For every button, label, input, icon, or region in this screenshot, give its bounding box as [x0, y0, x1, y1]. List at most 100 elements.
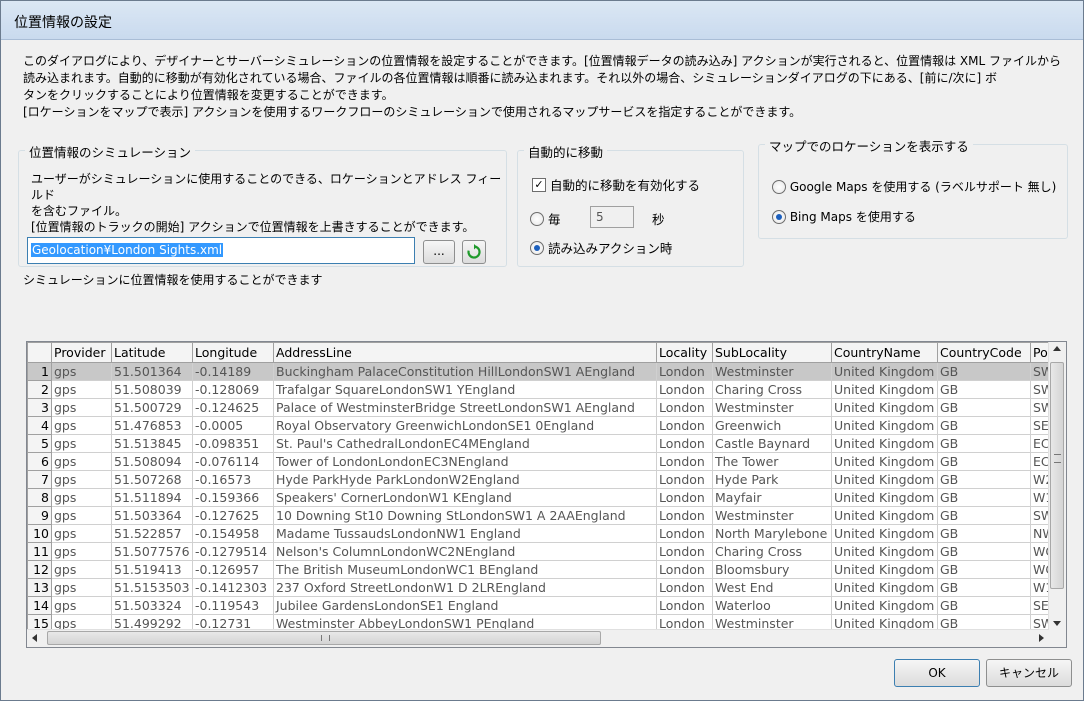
table-cell: St. Paul's CathedralLondonEC4MEngland — [273, 434, 657, 453]
row-number[interactable]: 13 — [27, 578, 52, 597]
row-number[interactable]: 8 — [27, 488, 52, 507]
row-number[interactable]: 10 — [27, 524, 52, 543]
row-number[interactable]: 2 — [27, 380, 52, 399]
table-cell: Waterloo — [712, 596, 832, 615]
table-cell: GB — [937, 524, 1031, 543]
table-cell: Madame TussaudsLondonNW1 England — [273, 524, 657, 543]
refresh-button[interactable] — [462, 240, 486, 264]
table-cell: -0.154958 — [192, 524, 274, 543]
table-cell: 51.501364 — [111, 362, 193, 381]
table-cell: Westminster — [712, 362, 832, 381]
table-cell: Charing Cross — [712, 542, 832, 561]
table-row[interactable]: 11 gps 51.5077576 -0.1279514 Nelson's Column… — [27, 542, 1061, 561]
table-cell: Mayfair — [712, 488, 832, 507]
table-cell: The British MuseumLondonWC1 BEngland — [273, 560, 657, 579]
table-cell: gps — [51, 596, 112, 615]
column-header[interactable]: AddressLine — [273, 342, 657, 363]
row-number[interactable]: 4 — [27, 416, 52, 435]
table-row[interactable]: 6 gps 51.508094 -0.076114 Tower of LondonLon… — [27, 452, 1061, 471]
table-row[interactable]: 10 gps 51.522857 -0.154958 Madame TussaudsLo… — [27, 524, 1061, 543]
table-cell: -0.128069 — [192, 380, 274, 399]
table-row[interactable]: 7 gps 51.507268 -0.16573 Hyde ParkHyde ParkL… — [27, 470, 1061, 489]
bing-maps-radio[interactable]: Bing Maps を使用する — [772, 208, 916, 225]
column-header[interactable]: Provider — [51, 342, 112, 363]
table-cell: gps — [51, 452, 112, 471]
browse-button[interactable]: ... — [423, 240, 455, 264]
table-cell: 51.500729 — [111, 398, 193, 417]
table-cell: 51.503364 — [111, 506, 193, 525]
table-cell: 51.5153503 — [111, 578, 193, 597]
scroll-thumb[interactable] — [1050, 362, 1064, 589]
file-path-value: Geolocation¥London Sights.xml — [31, 243, 224, 257]
table-cell: -0.127625 — [192, 506, 274, 525]
radio-icon — [772, 179, 786, 194]
table-cell: 51.519413 — [111, 560, 193, 579]
row-number[interactable]: 12 — [27, 560, 52, 579]
ok-button[interactable]: OK — [894, 659, 980, 687]
table-cell: GB — [937, 488, 1031, 507]
row-number[interactable]: 6 — [27, 452, 52, 471]
simulation-status: シミュレーションに位置情報を使用することができます — [23, 273, 323, 287]
table-cell: 51.476853 — [111, 416, 193, 435]
row-number[interactable]: 1 — [27, 362, 52, 381]
cancel-button[interactable]: キャンセル — [986, 659, 1072, 687]
table-row[interactable]: 14 gps 51.503324 -0.119543 Jubilee GardensLo… — [27, 596, 1061, 615]
column-header[interactable]: Latitude — [111, 342, 193, 363]
column-header[interactable]: Longitude — [192, 342, 274, 363]
column-header[interactable]: CountryCode — [937, 342, 1031, 363]
table-cell: GB — [937, 398, 1031, 417]
google-maps-radio[interactable]: Google Maps を使用する (ラベルサポート 無し) — [772, 178, 1056, 195]
table-cell: Jubilee GardensLondonSE1 England — [273, 596, 657, 615]
horizontal-scrollbar[interactable] — [27, 629, 1049, 647]
table-row[interactable]: 9 gps 51.503364 -0.127625 10 Downing St10 Do… — [27, 506, 1061, 525]
google-maps-label: Google Maps を使用する (ラベルサポート 無し) — [789, 180, 1057, 194]
row-number[interactable]: 14 — [27, 596, 52, 615]
table-row[interactable]: 13 gps 51.5153503 -0.1412303 237 Oxford Stre… — [27, 578, 1061, 597]
column-header[interactable]: CountryName — [831, 342, 938, 363]
description-line: 読み込まれます。自動的に移動が有効化されている場合、ファイルの各位置情報は順番に… — [23, 71, 997, 85]
scroll-corner — [1049, 630, 1066, 647]
column-header[interactable]: SubLocality — [712, 342, 832, 363]
auto-move-checkbox[interactable]: ✓ 自動的に移動を有効化する — [532, 175, 700, 194]
table-cell: London — [656, 380, 713, 399]
table-cell: Hyde Park — [712, 470, 832, 489]
every-radio[interactable]: 毎 — [530, 209, 561, 228]
scroll-down-icon[interactable] — [1053, 621, 1061, 626]
settings-dialog: 位置情報の設定 このダイアログにより、デザイナーとサーバーシミュレーションの位置… — [0, 0, 1084, 701]
row-number[interactable]: 9 — [27, 506, 52, 525]
column-header[interactable]: Locality — [656, 342, 713, 363]
file-path-field[interactable]: Geolocation¥London Sights.xml — [27, 237, 415, 264]
auto-move-group-title: 自動的に移動 — [524, 142, 608, 161]
scroll-left-icon[interactable] — [32, 634, 37, 642]
table-cell: United Kingdom — [831, 434, 938, 453]
table-cell: gps — [51, 524, 112, 543]
description-line: タンをクリックすることにより位置情報を変更することができます。 — [23, 88, 394, 102]
scroll-right-icon[interactable] — [1039, 634, 1044, 642]
table-row[interactable]: 12 gps 51.519413 -0.126957 The British Museu… — [27, 560, 1061, 579]
interval-input[interactable]: 5 — [590, 206, 634, 228]
table-cell: London — [656, 542, 713, 561]
table-cell: -0.0005 — [192, 416, 274, 435]
on-load-label: 読み込みアクション時 — [547, 241, 673, 256]
table-row[interactable]: 3 gps 51.500729 -0.124625 Palace of Westmins… — [27, 398, 1061, 417]
row-number[interactable]: 11 — [27, 542, 52, 561]
vertical-scrollbar[interactable] — [1048, 342, 1066, 630]
table-row[interactable]: 5 gps 51.513845 -0.098351 St. Paul's Cathedr… — [27, 434, 1061, 453]
on-load-radio[interactable]: 読み込みアクション時 — [530, 238, 672, 257]
scroll-up-icon[interactable] — [1053, 346, 1061, 351]
table-cell: -0.14189 — [192, 362, 274, 381]
description: このダイアログにより、デザイナーとサーバーシミュレーションの位置情報を設定するこ… — [23, 53, 1068, 121]
map-group-title: マップでのロケーションを表示する — [765, 136, 973, 155]
row-number[interactable]: 5 — [27, 434, 52, 453]
simulation-text: ユーザーがシミュレーションに使用することのできる、ロケーションとアドレス フィー… — [31, 171, 506, 235]
location-grid[interactable]: Provider Latitude Longitude AddressLine Loca… — [26, 341, 1067, 648]
row-number[interactable]: 7 — [27, 470, 52, 489]
table-row[interactable]: 1 gps 51.501364 -0.14189 Buckingham PalaceCo… — [27, 362, 1061, 381]
table-row[interactable]: 8 gps 51.511894 -0.159366 Speakers' CornerLo… — [27, 488, 1061, 507]
description-line: このダイアログにより、デザイナーとサーバーシミュレーションの位置情報を設定するこ… — [23, 54, 1061, 68]
table-cell: GB — [937, 362, 1031, 381]
table-row[interactable]: 4 gps 51.476853 -0.0005 Royal Observatory Gr… — [27, 416, 1061, 435]
row-number[interactable]: 3 — [27, 398, 52, 417]
table-row[interactable]: 2 gps 51.508039 -0.128069 Trafalgar SquareLo… — [27, 380, 1061, 399]
table-cell: 51.522857 — [111, 524, 193, 543]
